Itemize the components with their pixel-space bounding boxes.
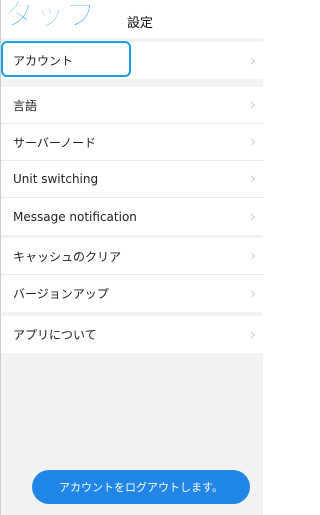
settings-item-unit-switching[interactable]: Unit switching bbox=[1, 161, 264, 198]
settings-item-server-node[interactable]: サーバーノード bbox=[1, 124, 264, 161]
settings-group-general: 言語 サーバーノード Unit switching Message notifi… bbox=[1, 87, 264, 235]
settings-item-label: アカウント bbox=[13, 54, 74, 68]
settings-item-label: サーバーノード bbox=[13, 135, 97, 150]
settings-group-account: アカウント bbox=[1, 42, 264, 79]
chevron-right-icon bbox=[247, 330, 256, 339]
settings-group-maintenance: キャッシュのクリア バージョンアップ bbox=[1, 238, 264, 312]
settings-item-message-notification[interactable]: Message notification bbox=[1, 198, 264, 235]
settings-item-label: アプリについて bbox=[13, 328, 97, 342]
chevron-right-icon bbox=[247, 101, 256, 109]
settings-item-language[interactable]: 言語 bbox=[1, 87, 264, 124]
settings-item-label: 言語 bbox=[13, 98, 38, 113]
tap-annotation-label: タップ bbox=[4, 0, 97, 34]
settings-group-about: アプリについて bbox=[1, 316, 264, 353]
settings-item-account[interactable]: アカウント bbox=[1, 42, 264, 79]
logout-button[interactable]: アカウントをログアウトします。 bbox=[32, 470, 250, 504]
chevron-right-icon bbox=[247, 252, 256, 260]
chevron-right-icon bbox=[247, 212, 256, 221]
chevron-right-icon bbox=[247, 56, 256, 65]
chevron-right-icon bbox=[247, 289, 256, 298]
settings-item-version-update[interactable]: バージョンアップ bbox=[1, 275, 264, 312]
settings-item-label: バージョンアップ bbox=[13, 287, 109, 301]
settings-item-about-app[interactable]: アプリについて bbox=[1, 316, 264, 353]
settings-item-label: Message notification bbox=[13, 209, 137, 224]
settings-item-label: キャッシュのクリア bbox=[13, 249, 122, 264]
page-title: 設定 bbox=[127, 16, 154, 31]
settings-item-label: Unit switching bbox=[13, 172, 99, 186]
settings-item-clear-cache[interactable]: キャッシュのクリア bbox=[1, 238, 264, 275]
settings-screen: 設定 タップ アカウント 言語 サーバーノード Unit switching M… bbox=[0, 0, 264, 515]
chevron-right-icon bbox=[247, 138, 256, 146]
chevron-right-icon bbox=[247, 175, 256, 183]
